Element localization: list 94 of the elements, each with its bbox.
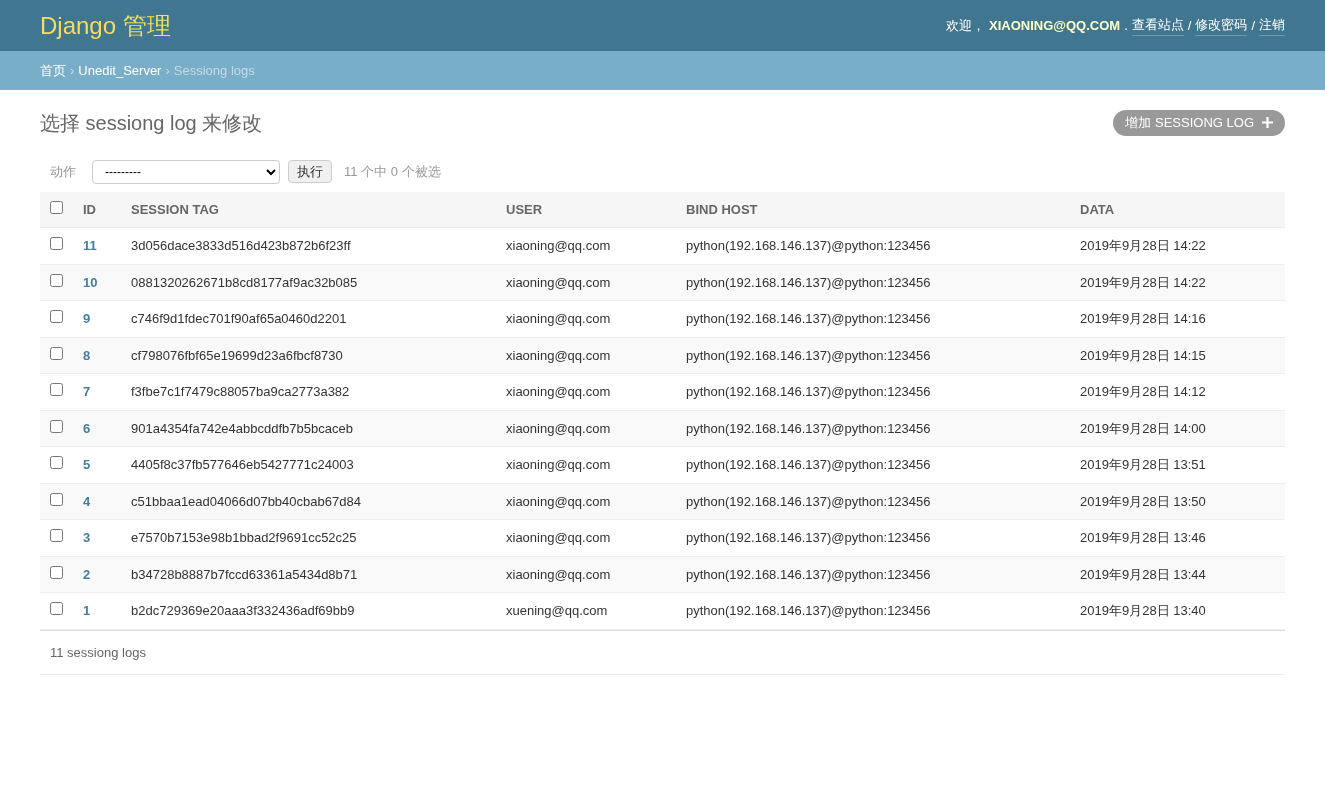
actions-label: 动作 (50, 162, 76, 181)
plus-icon (1262, 117, 1273, 129)
id-link[interactable]: 6 (83, 420, 91, 436)
table-cell: e7570b7153e98b1bbad2f9691cc52c25 (131, 530, 357, 545)
user-link[interactable]: 注销 (1259, 15, 1285, 36)
separator-text: 欢迎， (946, 16, 985, 35)
breadcrumb-link[interactable]: Unedit_Server (78, 60, 162, 81)
site-title[interactable]: Django 管理 (40, 7, 171, 44)
table-cell: xiaoning@qq.com (506, 311, 611, 326)
page-title: 选择 sessiong log 来修改 (40, 110, 263, 135)
row-checkbox[interactable] (50, 273, 63, 287)
breadcrumb-separator: › (165, 61, 170, 80)
table-cell: xiaoning@qq.com (506, 457, 611, 472)
table-cell: xiaoning@qq.com (506, 347, 611, 363)
table-cell: 3d056dace3833d516d423b872b6f23ff (131, 238, 351, 253)
table-cell: python(192.168.146.137)@python:123456 (686, 347, 931, 363)
column-header[interactable]: DATA (1080, 201, 1115, 217)
column-header[interactable]: BIND HOST (686, 201, 758, 217)
table-cell: 901a4354fa742e4abbcddfb7b5bcaceb (131, 420, 353, 436)
table-cell: xiaoning@qq.com (506, 238, 611, 253)
row-checkbox[interactable] (50, 419, 63, 433)
row-checkbox[interactable] (50, 492, 63, 506)
separator-text: / (1251, 16, 1255, 35)
action-select[interactable]: --------- (92, 159, 280, 184)
table-cell: python(192.168.146.137)@python:123456 (686, 530, 931, 545)
table-cell: 2019年9月28日 13:40 (1080, 603, 1206, 618)
table-cell: xiaoning@qq.com (506, 493, 611, 509)
table-cell: python(192.168.146.137)@python:123456 (686, 311, 931, 326)
result-count: 11 sessiong logs (50, 644, 146, 660)
id-link[interactable]: 9 (83, 311, 91, 326)
table-cell: f3fbe7c1f7479c88057ba9ca2773a382 (131, 384, 350, 399)
row-checkbox[interactable] (50, 529, 63, 542)
separator-text: / (1187, 16, 1192, 35)
selection-counter: 11 个中 0 个被选 (344, 162, 441, 181)
username: XIAONING@QQ.COM (989, 16, 1121, 35)
table-cell: xiaoning@qq.com (506, 530, 611, 545)
separator-text: . (1124, 16, 1128, 35)
table-cell: 2019年9月28日 14:22 (1080, 274, 1206, 290)
breadcrumb-current: Sessiong logs (173, 61, 255, 80)
table-cell: 2019年9月28日 13:51 (1080, 457, 1206, 472)
table-cell: xuening@qq.com (506, 603, 608, 618)
table-cell: 2019年9月28日 13:44 (1080, 566, 1206, 582)
select-all-checkbox[interactable] (50, 200, 63, 214)
table-cell: python(192.168.146.137)@python:123456 (686, 566, 931, 582)
table-cell: 2019年9月28日 14:22 (1080, 238, 1206, 253)
table-cell: xiaoning@qq.com (506, 384, 611, 399)
table-cell: 2019年9月28日 14:12 (1080, 384, 1206, 399)
id-link[interactable]: 2 (83, 566, 91, 582)
breadcrumb-link[interactable]: 首页 (40, 60, 66, 81)
table-cell: xiaoning@qq.com (506, 274, 611, 290)
table-cell: 4405f8c37fb577646eb5427771c24003 (131, 457, 354, 472)
table-cell: 2019年9月28日 13:46 (1080, 530, 1206, 545)
column-header[interactable]: SESSION TAG (131, 201, 219, 217)
table-cell: xiaoning@qq.com (506, 566, 611, 582)
id-link[interactable]: 5 (83, 457, 91, 472)
table-cell: python(192.168.146.137)@python:123456 (686, 238, 931, 253)
table-cell: b2dc729369e20aaa3f332436adf69bb9 (131, 603, 355, 618)
table-cell: python(192.168.146.137)@python:123456 (686, 274, 931, 290)
table-cell: python(192.168.146.137)@python:123456 (686, 457, 931, 472)
table-cell: cf798076fbf65e19699d23a6fbcf8730 (131, 347, 343, 363)
table-cell: b34728b8887b7fccd63361a5434d8b71 (131, 566, 358, 582)
table-cell: 2019年9月28日 14:15 (1080, 347, 1206, 363)
id-link[interactable]: 3 (83, 530, 91, 545)
row-checkbox[interactable] (50, 602, 63, 615)
id-link[interactable]: 11 (83, 238, 97, 253)
table-cell: 2019年9月28日 13:50 (1080, 493, 1206, 509)
table-cell: xiaoning@qq.com (506, 420, 611, 436)
user-link[interactable]: 查看站点 (1131, 15, 1184, 36)
id-link[interactable]: 4 (83, 493, 91, 509)
row-checkbox[interactable] (50, 456, 63, 469)
column-header[interactable]: ID (83, 201, 96, 217)
id-link[interactable]: 8 (83, 347, 91, 363)
row-checkbox[interactable] (50, 346, 63, 360)
table-cell: python(192.168.146.137)@python:123456 (686, 420, 931, 436)
table-cell: python(192.168.146.137)@python:123456 (686, 493, 931, 509)
row-checkbox[interactable] (50, 383, 63, 396)
user-link[interactable]: 修改密码 (1195, 15, 1248, 36)
row-checkbox[interactable] (50, 237, 63, 250)
go-button[interactable]: 执行 (288, 159, 332, 184)
id-link[interactable]: 7 (83, 384, 91, 399)
row-checkbox[interactable] (50, 565, 63, 579)
id-link[interactable]: 1 (83, 603, 91, 618)
breadcrumb-separator: › (70, 61, 75, 80)
table-cell: c746f9d1fdec701f90af65a0460d2201 (131, 311, 347, 326)
column-header[interactable]: USER (506, 201, 543, 217)
table-cell: 0881320262671b8cd8177af9ac32b085 (131, 274, 358, 290)
table-cell: c51bbaa1ead04066d07bb40cbab67d84 (131, 493, 361, 509)
table-cell: python(192.168.146.137)@python:123456 (686, 603, 931, 618)
id-link[interactable]: 10 (83, 274, 98, 290)
add-button[interactable]: 增加 SESSIONG LOG (1113, 110, 1285, 136)
table-cell: python(192.168.146.137)@python:123456 (686, 384, 931, 399)
table-cell: 2019年9月28日 14:16 (1080, 311, 1206, 326)
table-cell: 2019年9月28日 14:00 (1080, 420, 1206, 436)
row-checkbox[interactable] (50, 310, 63, 323)
